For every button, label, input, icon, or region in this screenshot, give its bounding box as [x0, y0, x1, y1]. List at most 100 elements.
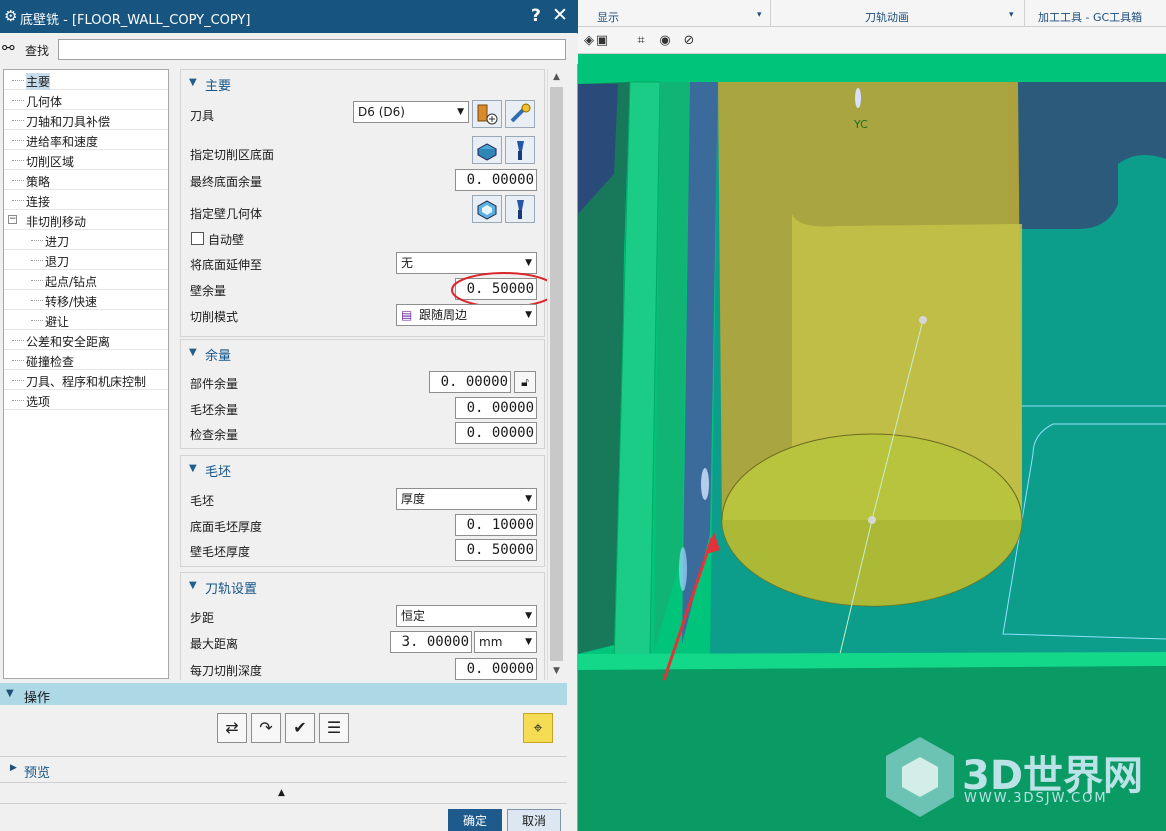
- tree-expander-icon[interactable]: −: [8, 215, 17, 224]
- wall-blank-thickness-input[interactable]: 0. 50000: [455, 539, 537, 561]
- find-input[interactable]: [58, 39, 566, 60]
- tree-item-label: 碰撞检查: [26, 355, 75, 369]
- max-distance-input[interactable]: 3. 00000: [390, 631, 472, 653]
- section-stock-header[interactable]: ▼ 余量: [181, 340, 544, 366]
- auto-wall-checkbox[interactable]: [191, 232, 204, 245]
- hide-icon[interactable]: ⊘: [678, 30, 700, 51]
- mcs-icon[interactable]: ⌗: [630, 30, 652, 51]
- watermark-url: WWW.3DSJW.COM: [964, 791, 1108, 806]
- tree-item[interactable]: 策略: [4, 170, 168, 190]
- help-button[interactable]: ?: [531, 6, 541, 26]
- tree-item[interactable]: 进刀: [4, 230, 168, 250]
- tree-item[interactable]: 碰撞检查: [4, 350, 168, 370]
- tree-item[interactable]: 避让: [4, 310, 168, 330]
- display-toolpath-button[interactable]: ⌖: [523, 713, 553, 743]
- navigation-tree: 主要几何体 刀轴和刀具补偿 进给率和速度 切削区域 策略 连接 − 非切削移动 进刀退刀 起点/钻…: [3, 69, 169, 679]
- tree-item[interactable]: 刀具、程序和机床控制: [4, 370, 168, 390]
- depth-per-cut-input[interactable]: 0. 00000: [455, 658, 537, 680]
- final-floor-stock-input[interactable]: 0. 00000: [455, 169, 537, 191]
- wall-blank-thickness-label: 壁毛坯厚度: [190, 545, 251, 559]
- tree-item-label: 退刀: [45, 255, 70, 269]
- scroll-down-arrow-icon[interactable]: ▼: [548, 663, 565, 679]
- floor-wall-dialog: ⚙ 底壁铣 - [FLOOR_WALL_COPY_COPY] ? ✕ ⚯ 查找 …: [0, 0, 578, 831]
- tree-item[interactable]: 选项: [4, 390, 168, 410]
- chevron-down-icon[interactable]: ▾: [757, 10, 762, 20]
- select-wall-button[interactable]: [472, 195, 502, 223]
- ribbon-group-bar: 显示 ▾ 刀轨动画 ▾ 加工工具 - GC工具箱: [578, 0, 1166, 27]
- collapse-bar[interactable]: ▲: [0, 782, 567, 804]
- tree-item[interactable]: 起点/钻点: [4, 270, 168, 290]
- dialog-titlebar[interactable]: ⚙ 底壁铣 - [FLOOR_WALL_COPY_COPY] ? ✕: [0, 0, 578, 33]
- part-stock-input[interactable]: 0. 00000: [429, 371, 511, 393]
- close-button[interactable]: ✕: [552, 4, 568, 26]
- stepover-select[interactable]: 恒定 ▼: [396, 605, 537, 627]
- section-path-header[interactable]: ▼ 刀轨设置: [181, 573, 544, 599]
- list-button[interactable]: ☰: [319, 713, 349, 743]
- chevron-down-icon: ▼: [457, 107, 464, 117]
- graphics-viewport[interactable]: YC: [578, 54, 1166, 831]
- chevron-down-icon: ▼: [525, 494, 532, 504]
- tree-connector: [31, 280, 43, 281]
- chevron-down-icon[interactable]: ▾: [1009, 10, 1014, 20]
- tree-item[interactable]: 转移/快速: [4, 290, 168, 310]
- scroll-thumb[interactable]: [550, 87, 563, 661]
- new-tool-button[interactable]: [472, 100, 502, 128]
- floor-blank-thickness-input[interactable]: 0. 10000: [455, 514, 537, 536]
- tree-item-label: 选项: [26, 395, 51, 409]
- floor-label: 指定切削区底面: [190, 148, 275, 162]
- section-main-header[interactable]: ▼ 主要: [181, 70, 544, 96]
- replay-button[interactable]: ↷: [251, 713, 281, 743]
- panel-scrollbar[interactable]: ▲ ▼: [547, 69, 564, 680]
- tree-item[interactable]: 连接: [4, 190, 168, 210]
- tree-item-label: 主要: [26, 73, 51, 90]
- view-toolbar: ◈ ▣ ⌗ ◉ ⊘: [578, 27, 1166, 54]
- max-distance-label: 最大距离: [190, 637, 239, 651]
- box-icon[interactable]: ▣: [591, 30, 613, 51]
- new-tool-icon: [477, 104, 498, 125]
- settings-panel: ▼ 主要 刀具 D6 (D6) ▼ 指定切削区底面 最终底面余量 0. 00000…: [180, 69, 566, 680]
- cut-pattern-select[interactable]: ▤ 跟随周边 ▼: [396, 304, 537, 326]
- section-blank-header[interactable]: ▼ 毛坯: [181, 456, 544, 482]
- ok-button[interactable]: 确定: [448, 809, 502, 831]
- unit-select[interactable]: mm ▼: [474, 631, 537, 653]
- toolpath-target-icon: ⌖: [533, 718, 543, 737]
- collapse-up-icon: ▲: [278, 788, 285, 798]
- final-floor-stock-label: 最终底面余量: [190, 175, 263, 189]
- edit-tool-button[interactable]: [505, 100, 535, 128]
- show-floor-button[interactable]: [505, 136, 535, 164]
- tools-group-label[interactable]: 加工工具 - GC工具箱: [1038, 9, 1142, 25]
- tree-connector: [12, 120, 24, 121]
- display-group-label[interactable]: 显示: [597, 9, 619, 25]
- show-wall-button[interactable]: [505, 195, 535, 223]
- eye-icon[interactable]: ◉: [654, 30, 676, 51]
- verify-button[interactable]: ✔: [285, 713, 315, 743]
- extend-floor-value: 无: [401, 256, 414, 270]
- generate-button[interactable]: ⇄: [217, 713, 247, 743]
- chevron-down-icon: ▼: [525, 611, 532, 621]
- tool-select[interactable]: D6 (D6) ▼: [353, 101, 469, 123]
- toolpath-animation-label[interactable]: 刀轨动画: [865, 9, 909, 25]
- tree-item[interactable]: 刀轴和刀具补偿: [4, 110, 168, 130]
- check-stock-input[interactable]: 0. 00000: [455, 422, 537, 444]
- collapse-arrow-icon: ▼: [189, 580, 197, 591]
- watermark: 3D世界网 WWW.3DSJW.COM: [880, 735, 1166, 831]
- blank-stock-input[interactable]: 0. 00000: [455, 397, 537, 419]
- tree-item[interactable]: 退刀: [4, 250, 168, 270]
- scroll-up-arrow-icon[interactable]: ▲: [548, 69, 565, 85]
- tree-item[interactable]: 公差和安全距离: [4, 330, 168, 350]
- select-floor-button[interactable]: [472, 136, 502, 164]
- tree-item[interactable]: 主要: [4, 70, 168, 90]
- part-stock-label: 部件余量: [190, 377, 239, 391]
- blank-mode-select[interactable]: 厚度 ▼: [396, 488, 537, 510]
- tree-item-label: 几何体: [26, 95, 63, 109]
- tree-connector: [31, 320, 43, 321]
- cancel-button[interactable]: 取消: [507, 809, 561, 831]
- tree-item[interactable]: − 非切削移动: [4, 210, 168, 230]
- tree-item[interactable]: 几何体: [4, 90, 168, 110]
- operations-header[interactable]: ▼ 操作: [0, 683, 567, 706]
- lock-icon[interactable]: 🔓︎: [514, 371, 536, 393]
- preview-header[interactable]: ▶ 预览: [0, 756, 567, 781]
- tree-connector: [12, 400, 24, 401]
- tree-item[interactable]: 切削区域: [4, 150, 168, 170]
- tree-item[interactable]: 进给率和速度: [4, 130, 168, 150]
